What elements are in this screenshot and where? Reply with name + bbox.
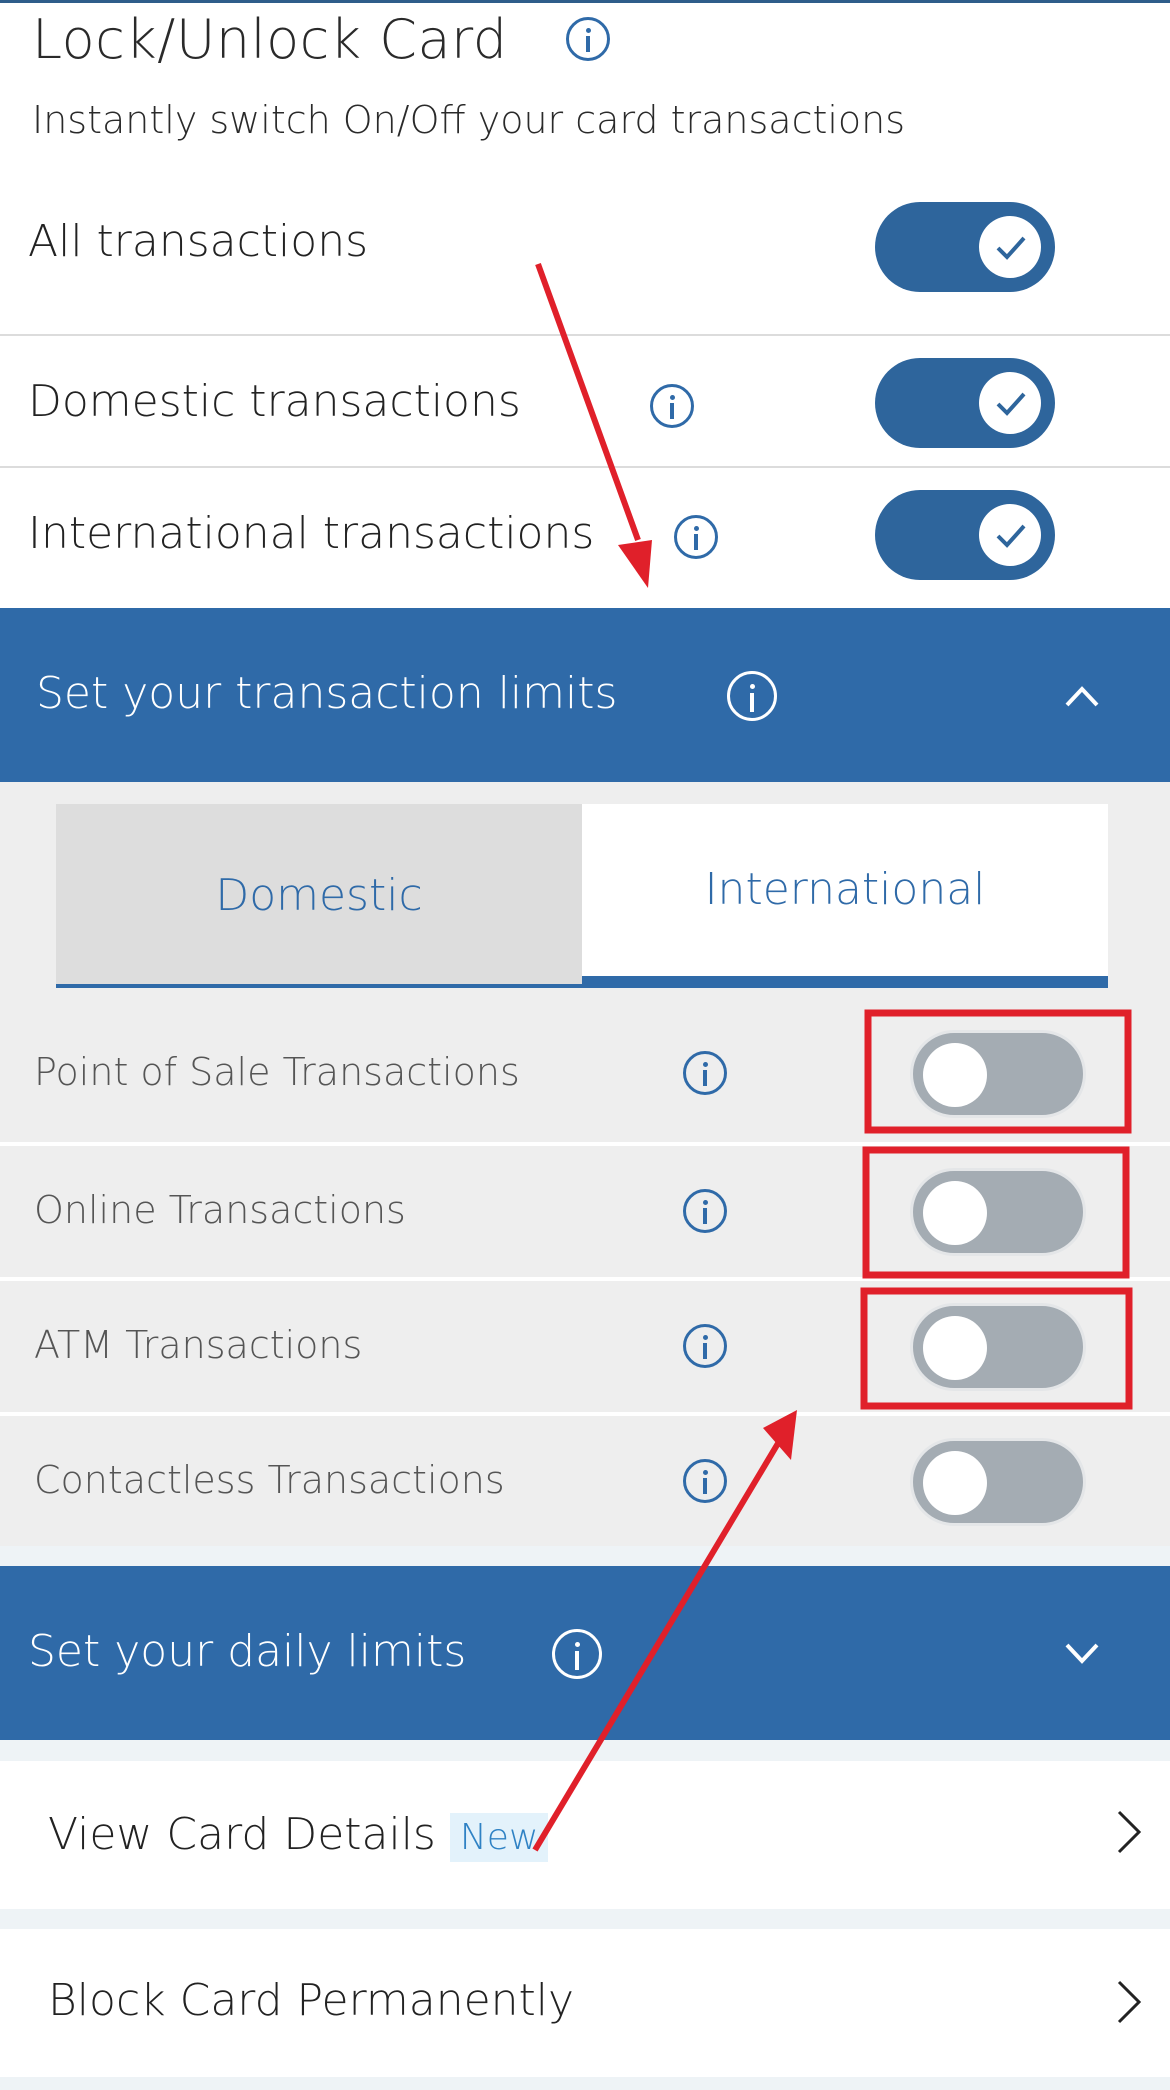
toggle-label: International transactions [28,508,595,559]
info-icon[interactable] [683,1051,727,1095]
limit-label: Point of Sale Transactions [34,1050,520,1094]
section-gap [0,1740,1170,1761]
toggle-knob [923,1316,987,1380]
section-gap [0,1909,1170,1929]
checkmark-icon [996,524,1026,548]
block-card-label: Block Card Permanently [48,1975,575,2026]
page-subtitle: Instantly switch On/Off your card transa… [32,98,906,142]
online-toggle[interactable] [910,1168,1086,1256]
limit-row-point-of-sale: Point of Sale Transactions [0,1008,1170,1142]
limit-label: Online Transactions [34,1188,406,1232]
toggle-knob [979,372,1041,434]
limit-row-online: Online Transactions [0,1142,1170,1276]
chevron-right-icon [1117,1810,1142,1854]
transaction-limits-header[interactable]: Set your transaction limits [0,608,1170,782]
view-card-details-label: View Card Details [48,1809,436,1860]
checkmark-icon [996,236,1026,260]
tab-domestic[interactable]: Domestic [56,804,582,988]
toggle-knob [979,504,1041,566]
toggle-knob [979,216,1041,278]
all-transactions-toggle[interactable] [875,202,1055,292]
section-title: Set your transaction limits [36,668,618,719]
chevron-right-icon [1117,1980,1142,2024]
section-gap [0,2077,1170,2090]
limit-row-contactless: Contactless Transactions [0,1412,1170,1546]
chevron-up-icon[interactable] [1064,684,1100,708]
limits-tabs: Domestic International [56,804,1108,988]
limit-label: Contactless Transactions [34,1458,505,1502]
atm-toggle[interactable] [910,1303,1086,1391]
limit-label: ATM Transactions [34,1323,363,1367]
top-border [0,0,1170,3]
section-gap [0,1546,1170,1566]
chevron-down-icon[interactable] [1064,1642,1100,1666]
contactless-toggle[interactable] [910,1438,1086,1526]
limit-row-atm: ATM Transactions [0,1277,1170,1411]
info-icon[interactable] [650,384,694,428]
view-card-details-row[interactable]: View Card Details New [0,1761,1170,1909]
section-title: Set your daily limits [28,1626,467,1677]
info-icon[interactable] [683,1459,727,1503]
tab-label: Domestic [215,870,423,921]
nav-label: View Card Details New [48,1809,549,1862]
toggle-row-domestic-transactions: Domestic transactions [0,334,1170,466]
toggle-knob [923,1043,987,1107]
info-icon[interactable] [566,17,610,61]
block-card-row[interactable]: Block Card Permanently [0,1929,1170,2077]
info-icon[interactable] [683,1324,727,1368]
checkmark-icon [996,392,1026,416]
toggle-row-international-transactions: International transactions [0,466,1170,608]
international-transactions-toggle[interactable] [875,490,1055,580]
toggle-label: All transactions [28,216,369,267]
transaction-limits-panel: Domestic International Point of Sale Tra… [0,782,1170,1546]
toggle-knob [923,1451,987,1515]
daily-limits-header[interactable]: Set your daily limits [0,1566,1170,1740]
toggle-row-all-transactions: All transactions [0,180,1170,334]
info-icon[interactable] [727,671,777,721]
new-badge: New [449,1812,549,1862]
domestic-transactions-toggle[interactable] [875,358,1055,448]
tab-international[interactable]: International [582,804,1108,988]
info-icon[interactable] [683,1189,727,1233]
toggle-knob [923,1181,987,1245]
info-icon[interactable] [674,515,718,559]
info-icon[interactable] [552,1629,602,1679]
tab-label: International [704,864,986,915]
page-title: Lock/Unlock Card [32,8,508,71]
point-of-sale-toggle[interactable] [910,1030,1086,1118]
toggle-label: Domestic transactions [28,376,521,427]
